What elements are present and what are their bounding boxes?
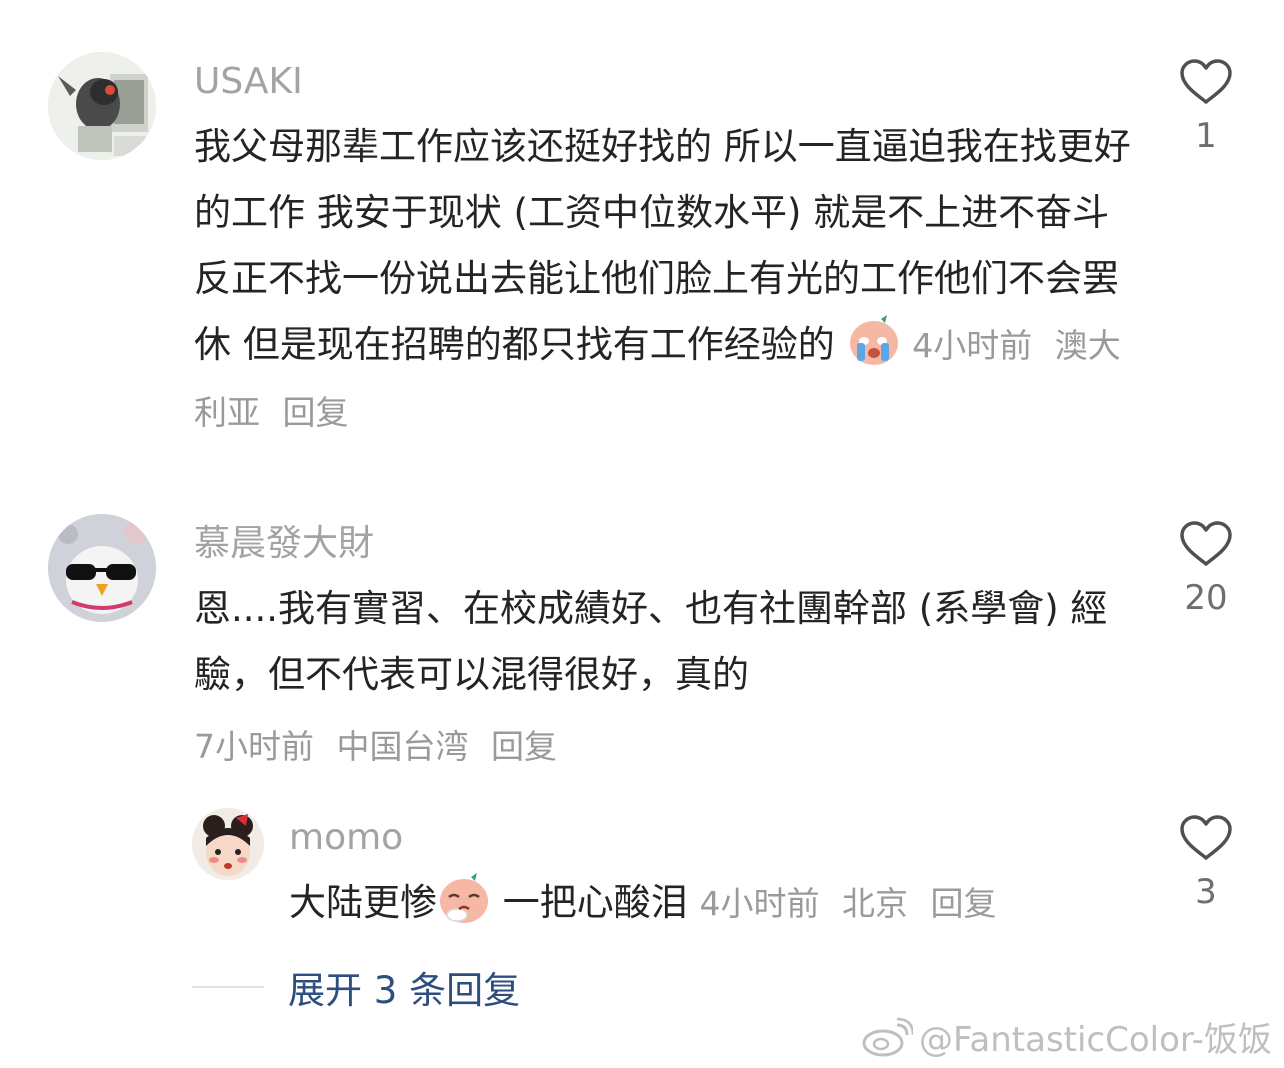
heart-icon — [1180, 521, 1232, 566]
comment-body: 恩....我有實習、在校成績好、也有社團幹部 (系學會) 經驗，但不代表可以混得… — [194, 576, 1134, 708]
username[interactable]: 慕晨發大財 — [194, 522, 374, 566]
avatar[interactable] — [192, 808, 264, 880]
heart-icon — [1180, 59, 1232, 104]
crying-emoji-icon — [849, 315, 898, 365]
username[interactable]: USAKI — [194, 60, 303, 104]
comment-thread: USAKI 我父母那辈工作应该还挺好找的 所以一直逼迫我在找更好的工作 我安于现… — [0, 0, 1284, 1068]
sad-emoji-icon — [440, 873, 488, 923]
reply-button[interactable]: 回复 — [283, 393, 349, 432]
comment-meta: 7小时前 中国台湾 回复 — [194, 720, 569, 768]
heart-icon — [1180, 815, 1232, 860]
reply-button[interactable]: 回复 — [491, 727, 557, 766]
comment-time: 4小时前 — [699, 884, 820, 923]
avatar[interactable] — [48, 514, 156, 622]
watermark: @FantasticColor-饭饭 — [861, 1012, 1272, 1061]
comment-body: 我父母那辈工作应该还挺好找的 所以一直逼迫我在找更好的工作 我安于现状 (工资中… — [194, 114, 1134, 446]
like-count: 3 — [1195, 872, 1217, 912]
comment-text: 恩....我有實習、在校成績好、也有社團幹部 (系學會) 經驗，但不代表可以混得… — [194, 587, 1108, 696]
penguin-avatar-icon — [48, 514, 156, 622]
comment-location: 北京 — [842, 884, 909, 923]
like-button[interactable]: 1 — [1166, 58, 1246, 156]
comment-location: 中国台湾 — [336, 727, 469, 766]
comment-time: 7小时前 — [194, 727, 314, 766]
comment-body: 大陆更惨 一把心酸泪 4小时前 北京 回复 — [289, 870, 1149, 937]
comment-text: 大陆更惨 — [289, 881, 437, 924]
expand-replies-label[interactable]: 展开 3 条回复 — [288, 960, 520, 1014]
like-button[interactable]: 3 — [1166, 814, 1246, 912]
like-count: 20 — [1184, 578, 1228, 618]
reply-button[interactable]: 回复 — [931, 884, 997, 923]
comment-text-after: 一把心酸泪 — [491, 881, 688, 924]
avatar[interactable] — [48, 52, 156, 160]
like-button[interactable]: 20 — [1166, 520, 1246, 618]
comment-meta: 4小时前 北京 回复 — [700, 884, 1009, 923]
like-count: 1 — [1195, 116, 1217, 156]
weibo-logo-icon — [862, 1017, 913, 1056]
expand-replies-button[interactable]: 展开 3 条回复 — [192, 962, 520, 1012]
watermark-text: @FantasticColor-饭饭 — [918, 1020, 1272, 1060]
username[interactable]: momo — [289, 816, 403, 860]
divider-line — [192, 986, 264, 988]
bird-avatar-icon — [48, 52, 156, 160]
comment-time: 4小时前 — [912, 326, 1033, 365]
girl-avatar-icon — [192, 808, 264, 880]
